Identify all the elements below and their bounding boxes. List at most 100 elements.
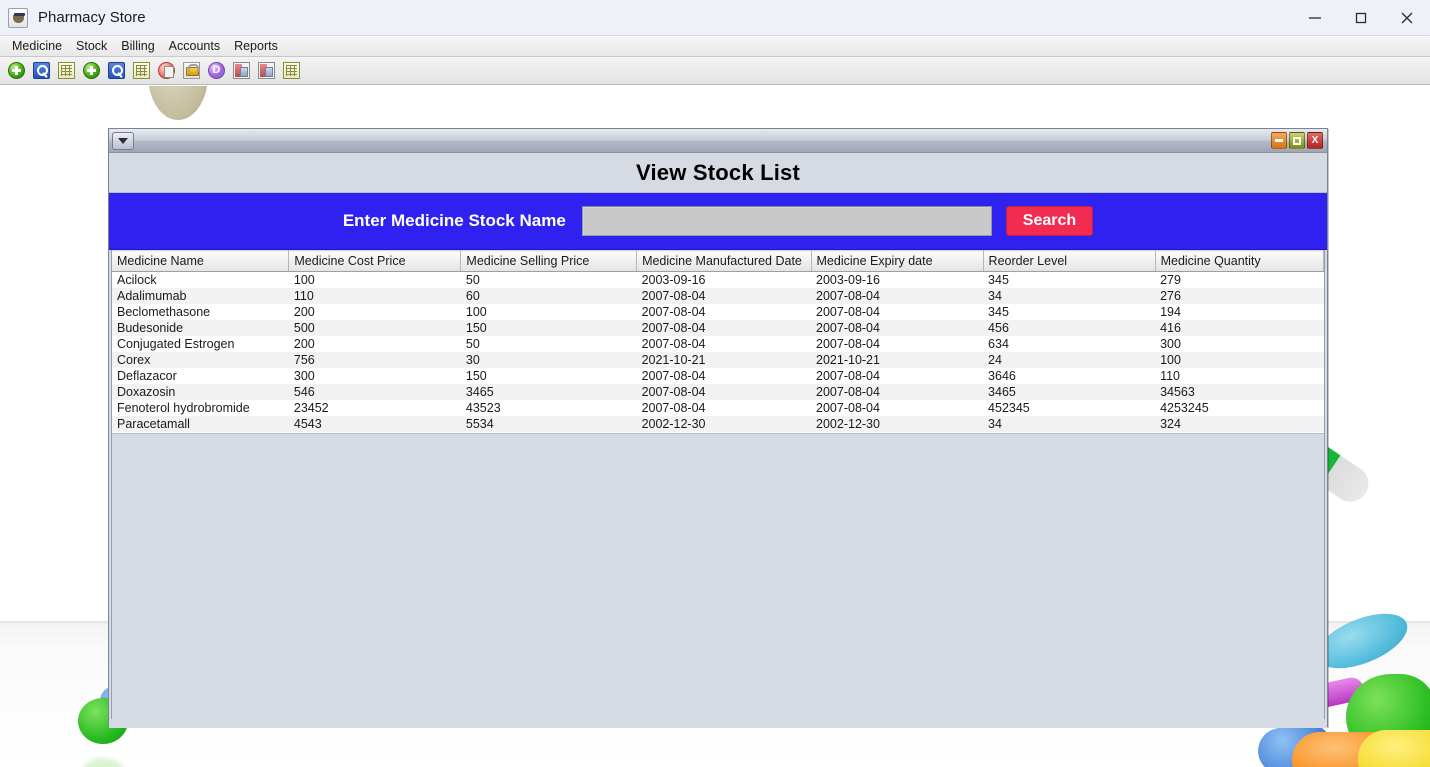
table-cell: Deflazacor	[112, 368, 289, 384]
page-title: View Stock List	[636, 159, 800, 185]
table-cell: 2007-08-04	[636, 400, 812, 416]
table-row[interactable]: Deflazacor 300 150 2007-08-04 2007-08-04 3646…	[112, 368, 1324, 384]
column-header-medicine-selling-price[interactable]: Medicine Selling Price	[460, 250, 638, 272]
column-header-medicine-expiry-date[interactable]: Medicine Expiry date	[811, 250, 984, 272]
column-header-medicine-name[interactable]: Medicine Name	[112, 250, 290, 272]
java-coffee-cup-icon	[8, 7, 28, 28]
table-grid-icon[interactable]	[58, 62, 75, 79]
table-cell: 300	[1155, 336, 1324, 352]
lock-icon[interactable]	[183, 62, 200, 79]
table-row[interactable]: Paracetamall 4543 5534 2002-12-30 2002-12-30…	[112, 416, 1324, 432]
chevron-down-icon[interactable]	[112, 131, 134, 150]
table-cell: Conjugated Estrogen	[112, 336, 289, 352]
table-cell: 756	[288, 352, 461, 368]
dialog-header: View Stock List	[109, 153, 1327, 193]
table-header-row: Medicine Name Medicine Cost Price Medici…	[112, 250, 1325, 272]
table-cell: 4253245	[1155, 400, 1324, 416]
table-cell: Adalimumab	[112, 288, 289, 304]
menu-item-stock[interactable]: Stock	[69, 37, 114, 55]
table-cell: 150	[460, 368, 637, 384]
table-cell: 416	[1155, 320, 1324, 336]
search-input[interactable]	[581, 206, 992, 236]
table-cell: Corex	[112, 352, 289, 368]
table-cell: 30	[460, 352, 637, 368]
table-cell: 300	[288, 368, 461, 384]
table-cell: 50	[460, 336, 637, 352]
menu-item-medicine[interactable]: Medicine	[5, 37, 69, 55]
menu-item-accounts[interactable]: Accounts	[162, 37, 227, 55]
close-icon[interactable]	[1384, 0, 1430, 36]
table-grid-icon-3[interactable]	[283, 62, 300, 79]
table-cell: 2007-08-04	[636, 288, 812, 304]
window-titlebar: Pharmacy Store	[0, 0, 1430, 36]
table-cell: 23452	[288, 400, 461, 416]
report-icon-2[interactable]	[258, 62, 275, 79]
dialog-minimize-icon[interactable]	[1271, 132, 1287, 149]
table-cell: 324	[1155, 416, 1324, 432]
column-header-medicine-manufactured-date[interactable]: Medicine Manufactured Date	[636, 250, 812, 272]
table-cell: 345	[983, 304, 1156, 320]
document-red-icon[interactable]	[158, 62, 175, 79]
minimize-icon[interactable]	[1292, 0, 1338, 36]
table-cell: 2007-08-04	[811, 368, 984, 384]
pharmacy-store-window: Pharmacy Store Medicine Stock Billing Ac…	[0, 0, 1430, 767]
chevron-down-glyph	[118, 137, 128, 144]
table-row[interactable]: Doxazosin 546 3465 2007-08-04 2007-08-04 3465…	[112, 384, 1324, 400]
add-green-plus-icon[interactable]	[8, 62, 25, 79]
table-cell: 2021-10-21	[636, 352, 812, 368]
table-cell: 345	[983, 271, 1156, 288]
table-cell: 2021-10-21	[811, 352, 984, 368]
table-cell: 34563	[1155, 384, 1324, 400]
table-cell: 2003-09-16	[811, 271, 984, 288]
table-row[interactable]: Corex 756 30 2021-10-21 2021-10-21 24 100	[112, 352, 1324, 368]
window-title: Pharmacy Store	[38, 9, 146, 26]
table-row[interactable]: Fenoterol hydrobromide 23452 43523 2007-08-…	[112, 400, 1324, 416]
maximize-icon[interactable]	[1338, 0, 1384, 36]
table-cell: 200	[288, 304, 461, 320]
pill-capsule-yellow	[1358, 730, 1430, 767]
table-cell: 50	[460, 271, 637, 288]
table-cell: Fenoterol hydrobromide	[112, 400, 289, 416]
table-cell: 276	[1155, 288, 1324, 304]
table-cell: 2007-08-04	[636, 320, 812, 336]
column-header-reorder-level[interactable]: Reorder Level	[983, 250, 1156, 272]
table-cell: 4543	[288, 416, 461, 432]
dialog-maximize-icon[interactable]	[1289, 132, 1305, 149]
table-cell: Doxazosin	[112, 384, 289, 400]
table-cell: 34	[983, 416, 1156, 432]
menu-item-billing[interactable]: Billing	[114, 37, 161, 55]
search-button[interactable]: Search	[1005, 206, 1094, 236]
add-green-plus-icon-2[interactable]	[83, 62, 100, 79]
dialog-close-icon[interactable]: X	[1307, 132, 1323, 149]
table-cell: 2007-08-04	[636, 384, 812, 400]
column-header-medicine-cost-price[interactable]: Medicine Cost Price	[288, 250, 462, 272]
table-cell: 5534	[460, 416, 637, 432]
search-magnifier-icon-2[interactable]	[108, 62, 125, 79]
search-magnifier-icon[interactable]	[33, 62, 50, 79]
table-cell: 2007-08-04	[811, 336, 984, 352]
search-label: Enter Medicine Stock Name	[342, 211, 566, 230]
menubar: Medicine Stock Billing Accounts Reports	[0, 36, 1430, 57]
table-row[interactable]: Conjugated Estrogen 200 50 2007-08-04 2007-0…	[112, 336, 1324, 352]
table-cell: 34	[983, 288, 1156, 304]
toolbar	[0, 57, 1430, 85]
table-cell: 100	[1155, 352, 1324, 368]
report-icon[interactable]	[233, 62, 250, 79]
table-row[interactable]: Acilock 100 50 2003-09-16 2003-09-16 345 279	[112, 271, 1324, 288]
table-cell: 2002-12-30	[811, 416, 984, 432]
table-row[interactable]: Budesonide 500 150 2007-08-04 2007-08-04 456 4…	[112, 320, 1324, 336]
stock-table-container: Medicine Name Medicine Cost Price Medici…	[111, 250, 1325, 434]
view-stock-list-dialog: X View Stock List Enter Medicine Stock N…	[108, 128, 1328, 728]
table-grid-icon-2[interactable]	[133, 62, 150, 79]
info-disc-icon[interactable]	[208, 62, 225, 79]
table-cell: 194	[1155, 304, 1324, 320]
table-empty-area	[111, 434, 1325, 719]
menu-item-reports[interactable]: Reports	[227, 37, 285, 55]
table-row[interactable]: Beclomethasone 200 100 2007-08-04 2007-08-04…	[112, 304, 1324, 320]
table-row[interactable]: Adalimumab 110 60 2007-08-04 2007-08-04 34 276	[112, 288, 1324, 304]
search-bar: Enter Medicine Stock Name Search	[109, 193, 1327, 250]
column-header-medicine-quantity[interactable]: Medicine Quantity	[1155, 250, 1325, 272]
maximize-glyph	[1293, 136, 1301, 145]
stock-table: Medicine Name Medicine Cost Price Medici…	[112, 250, 1325, 432]
table-cell: Budesonide	[112, 320, 289, 336]
